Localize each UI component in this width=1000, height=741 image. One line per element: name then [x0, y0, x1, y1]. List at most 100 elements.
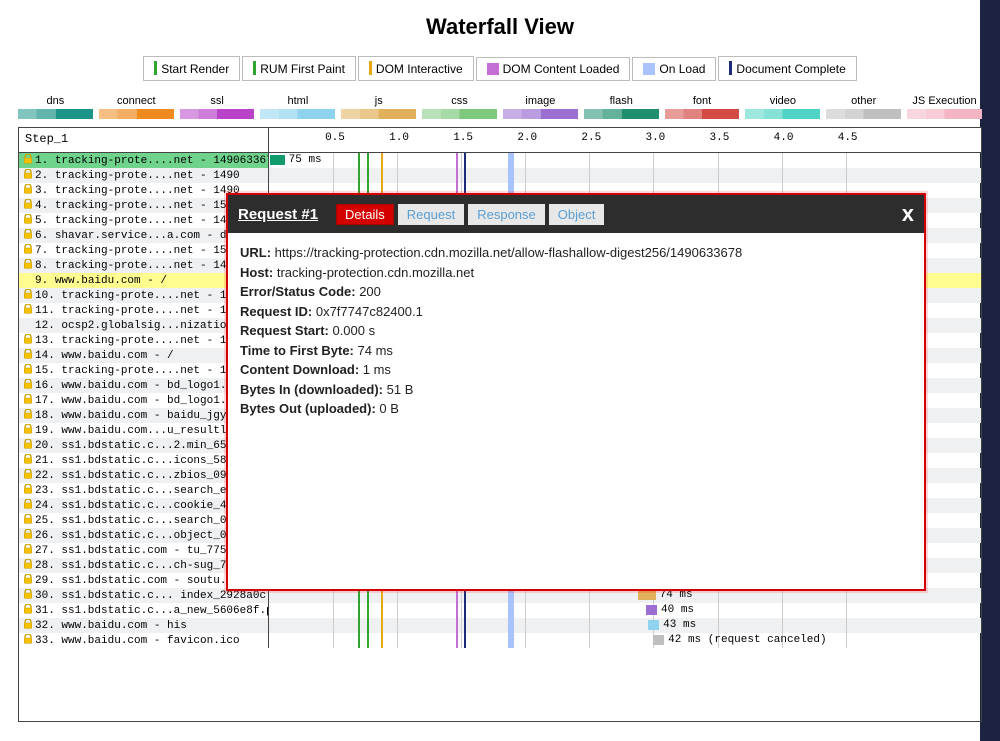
detail-row: Time to First Byte: 74 ms: [240, 341, 912, 361]
detail-value: 0x7f7747c82400.1: [316, 304, 423, 319]
row-number: 16.: [35, 380, 61, 392]
timing-bar[interactable]: [638, 590, 656, 600]
time-tick: 1.5: [453, 132, 473, 144]
event-line: [358, 603, 360, 618]
table-row[interactable]: 1. tracking-prote....net - 149063367875 …: [19, 153, 981, 168]
lock-icon: [23, 229, 33, 239]
time-tick: 3.0: [645, 132, 665, 144]
legend-item: DOM Content Loaded: [476, 57, 631, 81]
type-legend-item: font: [665, 95, 740, 119]
row-text: tracking-prote....net - 1490: [61, 365, 246, 377]
detail-value: 74 ms: [358, 343, 393, 358]
row-number: 1.: [35, 155, 55, 167]
legend-color: [643, 63, 655, 75]
table-row[interactable]: 31. ss1.bdstatic.c...a_new_5606e8f.png40…: [19, 603, 981, 618]
row-text: tracking-prote....net - 1490: [55, 260, 240, 272]
bar-label: 40 ms: [661, 604, 694, 616]
lock-icon: [23, 439, 33, 449]
legend-color: [154, 61, 157, 75]
type-label: image: [503, 95, 578, 109]
row-text: www.baidu.com - baidu_jgylog: [61, 410, 246, 422]
close-icon[interactable]: x: [902, 201, 914, 227]
lock-icon: [23, 514, 33, 524]
lock-icon: [23, 559, 33, 569]
event-line: [508, 168, 514, 183]
timing-bar[interactable]: [270, 155, 284, 165]
row-text: ss1.bdstatic.com - soutu.css: [61, 575, 246, 587]
lock-icon: [23, 169, 33, 179]
type-color-bar: [422, 109, 497, 119]
detail-value: https://tracking-protection.cdn.mozilla.…: [275, 245, 743, 260]
row-text: tracking-prote....net - 1517: [55, 245, 240, 257]
type-legend-item: other: [826, 95, 901, 119]
event-line: [456, 618, 458, 633]
lock-icon: [23, 154, 33, 164]
lock-icon: [23, 214, 33, 224]
legend-label: Start Render: [161, 62, 229, 76]
detail-key: Time to First Byte:: [240, 343, 358, 358]
type-label: connect: [99, 95, 174, 109]
row-timeline: [269, 168, 981, 183]
row-number: 11.: [35, 305, 61, 317]
row-number: 28.: [35, 560, 61, 572]
popup-title[interactable]: Request #1: [238, 206, 318, 223]
request-detail-popup: Request #1 DetailsRequestResponseObject …: [226, 193, 926, 591]
row-text: ss1.bdstatic.c...2.min_6568: [61, 440, 239, 452]
type-legend-item: js: [341, 95, 416, 119]
detail-row: Host: tracking-protection.cdn.mozilla.ne…: [240, 263, 912, 283]
table-row[interactable]: 2. tracking-prote....net - 1490: [19, 168, 981, 183]
legend-item: Start Render: [143, 56, 240, 81]
table-row[interactable]: 33. www.baidu.com - favicon.ico 42 ms (re…: [19, 633, 981, 648]
row-text: ss1.bdstatic.c... index_2928a0c.js: [61, 590, 269, 602]
event-line: [381, 618, 383, 633]
type-label: js: [341, 95, 416, 109]
lock-icon: [23, 454, 33, 464]
timing-bar[interactable]: [653, 635, 664, 645]
event-line: [367, 618, 369, 633]
lock-icon: [23, 604, 33, 614]
type-label: video: [745, 95, 820, 109]
row-text: tracking-prote....net - 1512: [55, 200, 240, 212]
type-legend-item: JS Execution: [907, 95, 982, 119]
timing-bar[interactable]: [648, 620, 659, 630]
tab-details[interactable]: Details: [336, 204, 394, 225]
tab-object[interactable]: Object: [549, 204, 605, 225]
row-number: 19.: [35, 425, 61, 437]
time-tick: 2.0: [517, 132, 537, 144]
event-line: [367, 633, 369, 648]
tab-response[interactable]: Response: [468, 204, 545, 225]
legend-item: Document Complete: [718, 56, 856, 81]
event-line: [358, 153, 360, 168]
event-line: [381, 603, 383, 618]
row-label: 33. www.baidu.com - favicon.ico: [19, 633, 269, 648]
type-legend-item: html: [260, 95, 335, 119]
detail-row: Error/Status Code: 200: [240, 282, 912, 302]
table-row[interactable]: 32. www.baidu.com - his43 ms: [19, 618, 981, 633]
detail-row: Content Download: 1 ms: [240, 360, 912, 380]
row-number: 17.: [35, 395, 61, 407]
popup-tabs: DetailsRequestResponseObject: [336, 204, 604, 225]
row-text: www.baidu.com - favicon.ico: [61, 635, 239, 647]
bar-label: 42 ms (request canceled): [668, 634, 826, 646]
lock-icon: [23, 469, 33, 479]
type-label: dns: [18, 95, 93, 109]
detail-key: Error/Status Code:: [240, 284, 359, 299]
lock-icon: [23, 334, 33, 344]
detail-key: Content Download:: [240, 362, 363, 377]
type-color-bar: [745, 109, 820, 119]
row-number: 29.: [35, 575, 61, 587]
row-text: www.baidu.com - bd_logo1.png: [61, 380, 246, 392]
lock-icon: [23, 289, 33, 299]
row-number: 30.: [35, 590, 61, 602]
popup-body: URL: https://tracking-protection.cdn.moz…: [228, 233, 924, 429]
event-line: [358, 618, 360, 633]
event-line: [508, 603, 514, 618]
timing-bar[interactable]: [646, 605, 657, 615]
row-number: 27.: [35, 545, 61, 557]
tab-request[interactable]: Request: [398, 204, 464, 225]
row-number: 32.: [35, 620, 61, 632]
time-tick: 0.5: [325, 132, 345, 144]
detail-key: Bytes Out (uploaded):: [240, 401, 379, 416]
event-line: [464, 168, 466, 183]
row-text: shavar.service...a.com - dow: [55, 230, 240, 242]
